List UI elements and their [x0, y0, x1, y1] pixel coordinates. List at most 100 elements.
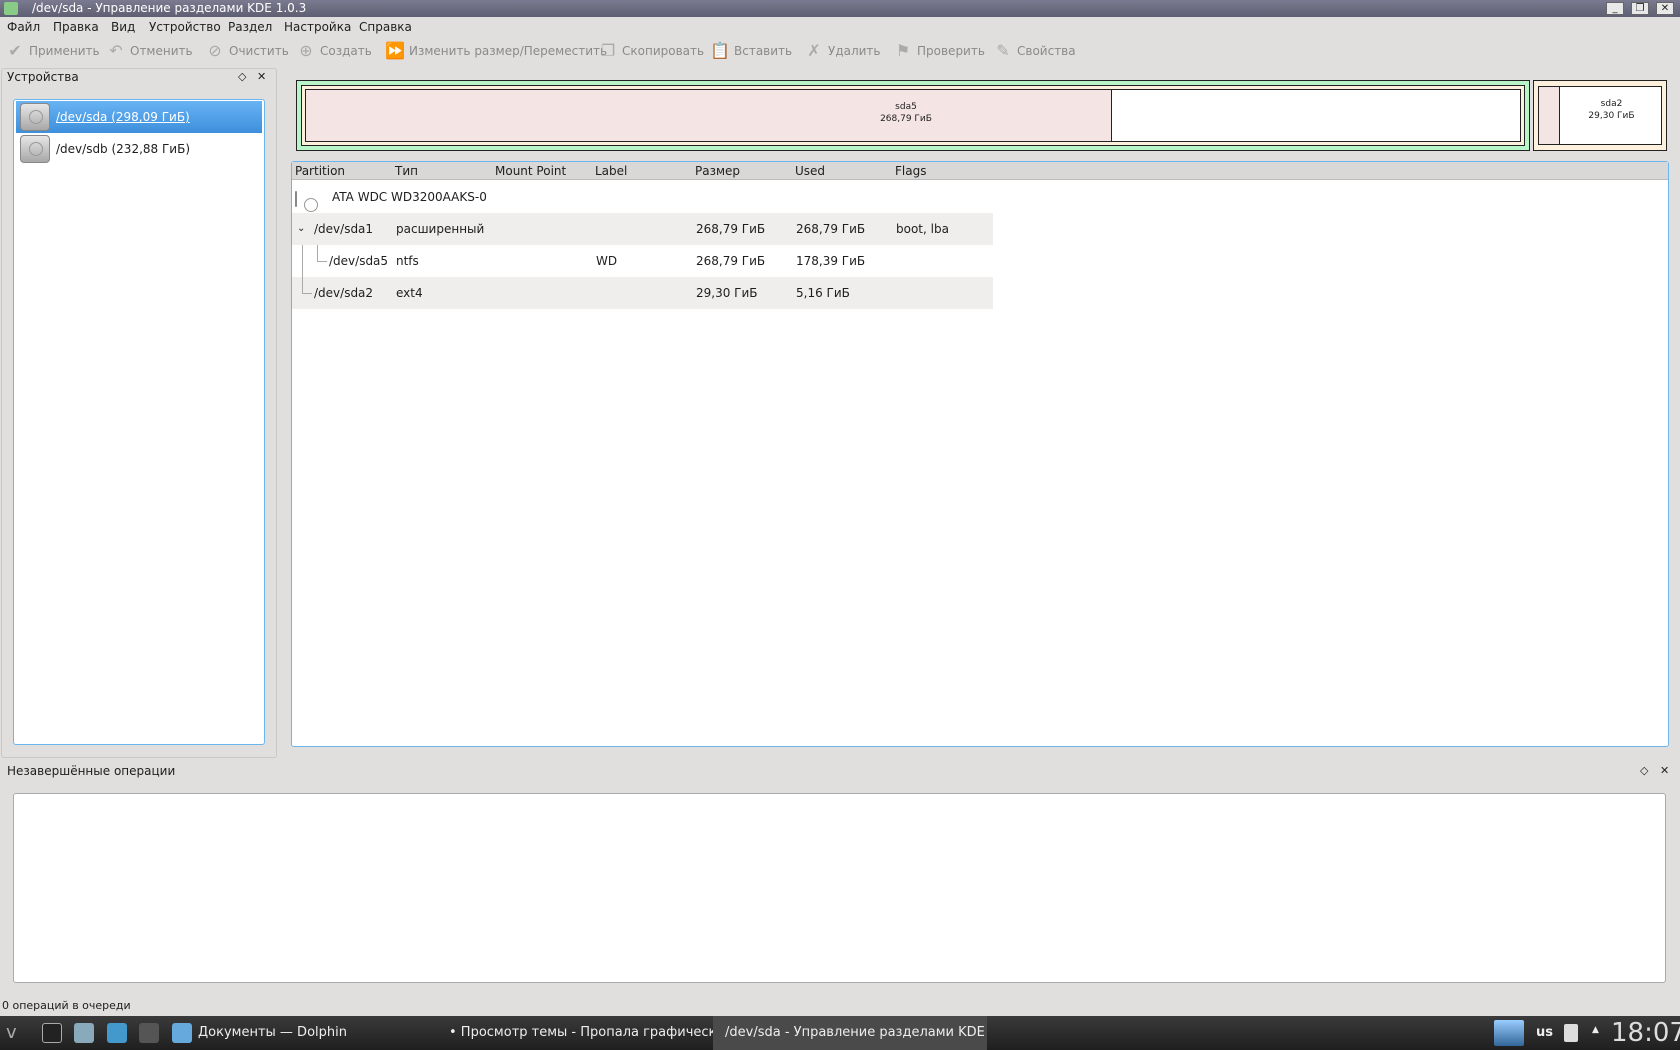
device-item-sdb[interactable]: /dev/sdb (232,88 ГиБ) [16, 133, 262, 165]
cell-used: 268,79 ГиБ [796, 222, 866, 236]
desktop-pager-icon[interactable] [1494, 1020, 1524, 1046]
disk-row[interactable]: ATA WDC WD3200AAKS-0 [292, 181, 993, 213]
resize-icon: ⏩ [385, 41, 405, 60]
keyboard-layout[interactable]: us [1536, 1025, 1553, 1040]
resize-button[interactable]: ⏩ Изменить размер/Переместить [385, 40, 607, 62]
status-text: 0 операций в очереди [2, 999, 131, 1012]
table-row[interactable]: ⌄ /dev/sda1 расширенный 268,79 ГиБ 268,7… [292, 213, 993, 245]
col-used[interactable]: Used [792, 162, 892, 180]
device-list: /dev/sda (298,09 ГиБ) /dev/sdb (232,88 Г… [13, 99, 265, 745]
undo-icon: ↶ [109, 41, 123, 60]
tray-expand-icon[interactable]: ▲ [1592, 1025, 1599, 1035]
cell-used: 5,16 ГиБ [796, 286, 850, 300]
partition-block-sda2[interactable]: sda2 29,30 ГиБ [1533, 80, 1667, 151]
cell-partition: /dev/sda1 [314, 222, 374, 236]
float-icon[interactable]: ◇ [1640, 764, 1648, 777]
device-label: /dev/sda (298,09 ГиБ) [56, 110, 190, 124]
close-panel-icon[interactable]: ✕ [257, 70, 266, 83]
check-flag-icon: ⚑ [895, 41, 911, 60]
extended-partition-block[interactable]: sda5 268,79 ГиБ [296, 80, 1530, 151]
menu-device[interactable]: Устройство [149, 18, 221, 36]
menu-view[interactable]: Вид [111, 18, 135, 36]
pending-title: Незавершённые операции [7, 764, 176, 778]
col-label[interactable]: Label [592, 162, 692, 180]
partition-name: sda5 [895, 102, 917, 112]
menu-settings[interactable]: Настройка [284, 18, 351, 36]
network-icon[interactable] [1564, 1024, 1578, 1042]
check-icon: ✔ [8, 41, 22, 60]
close-button[interactable]: ✕ [1656, 2, 1674, 15]
cell-partition: /dev/sda2 [314, 286, 374, 300]
folder-icon [172, 1023, 192, 1043]
steam-icon[interactable] [139, 1023, 159, 1043]
cell-type: расширенный [396, 222, 485, 236]
copy-button[interactable]: ❐ Скопировать [598, 40, 704, 62]
kde-menu-icon[interactable]: ⅴ [6, 1022, 17, 1043]
partition-name: sda2 [1600, 99, 1623, 109]
window-title: /dev/sda - Управление разделами KDE 1.0.… [32, 1, 307, 15]
apply-button[interactable]: ✔ Применить [5, 40, 99, 62]
clock[interactable]: 18:07 [1611, 1018, 1680, 1048]
terminal-icon[interactable] [42, 1023, 62, 1043]
clear-button[interactable]: ⊘ Очистить [205, 40, 289, 62]
resize-label: Изменить размер/Переместить [409, 44, 608, 58]
delete-button[interactable]: ✗ Удалить [804, 40, 881, 62]
table-row[interactable]: /dev/sda2 ext4 29,30 ГиБ 5,16 ГиБ [292, 277, 993, 309]
cell-size: 268,79 ГиБ [696, 222, 766, 236]
new-button[interactable]: ⊕ Создать [296, 40, 372, 62]
menu-partition[interactable]: Раздел [228, 18, 272, 36]
table-row[interactable]: /dev/sda5 ntfs WD 268,79 ГиБ 178,39 ГиБ [292, 245, 993, 277]
delete-icon: ✗ [807, 41, 821, 60]
cell-flags: boot, lba [896, 222, 949, 236]
cell-size: 29,30 ГиБ [696, 286, 758, 300]
menu-help[interactable]: Справка [359, 18, 412, 36]
task-partitionmanager[interactable]: /dev/sda - Управление разделами KDE 1 [713, 1016, 987, 1050]
image-viewer-icon[interactable] [74, 1023, 94, 1043]
device-item-sda[interactable]: /dev/sda (298,09 ГиБ) [16, 101, 262, 133]
partition-size: 29,30 ГиБ [1588, 111, 1635, 121]
col-partition[interactable]: Partition [292, 162, 392, 180]
maximize-button[interactable]: ❐ [1631, 2, 1649, 15]
properties-button[interactable]: ✎ Свойства [993, 40, 1076, 62]
partition-block-sda5[interactable]: sda5 268,79 ГиБ [305, 89, 1521, 142]
cell-type: ntfs [396, 254, 419, 268]
close-panel-icon[interactable]: ✕ [1660, 764, 1669, 777]
devices-title: Устройства [7, 70, 79, 84]
col-size[interactable]: Размер [692, 162, 792, 180]
document-icon[interactable] [107, 1023, 127, 1043]
col-mount-point[interactable]: Mount Point [492, 162, 592, 180]
collapse-arrow-icon[interactable]: ⌄ [297, 213, 305, 245]
menu-file[interactable]: Файл [7, 18, 40, 36]
hard-disk-icon [20, 103, 50, 131]
cell-used: 178,39 ГиБ [796, 254, 866, 268]
task-browser[interactable]: • Просмотр темы - Пропала графическая [437, 1016, 713, 1050]
col-type[interactable]: Тип [392, 162, 492, 180]
properties-icon: ✎ [996, 41, 1010, 60]
minimize-button[interactable]: _ [1606, 2, 1624, 15]
pending-operations-list [13, 793, 1666, 983]
used-space-bar [1539, 87, 1561, 144]
paste-label: Вставить [734, 44, 793, 58]
check-button[interactable]: ⚑ Проверить [893, 40, 985, 62]
delete-label: Удалить [828, 44, 881, 58]
taskbar: ⅴ Документы — Dolphin • Просмотр темы - … [0, 1016, 1680, 1050]
app-icon [4, 2, 18, 15]
task-label: Документы — Dolphin [198, 1025, 347, 1040]
properties-label: Свойства [1017, 44, 1076, 58]
paste-button[interactable]: 📋 Вставить [710, 40, 792, 62]
col-flags[interactable]: Flags [892, 162, 993, 180]
cell-type: ext4 [396, 286, 423, 300]
title-bar: /dev/sda - Управление разделами KDE 1.0.… [0, 0, 1680, 17]
float-icon[interactable]: ◇ [238, 70, 246, 83]
copy-icon: ❐ [600, 41, 616, 60]
new-icon: ⊕ [299, 41, 313, 60]
menu-bar: Файл Правка Вид Устройство Раздел Настро… [0, 18, 1680, 36]
copy-label: Скопировать [622, 44, 705, 58]
hard-disk-icon [295, 191, 297, 207]
task-label: /dev/sda - Управление разделами KDE 1 [725, 1025, 987, 1040]
menu-edit[interactable]: Правка [53, 18, 99, 36]
hard-disk-icon [20, 135, 50, 163]
task-dolphin[interactable]: Документы — Dolphin [166, 1016, 436, 1050]
paste-icon: 📋 [710, 41, 730, 60]
undo-button[interactable]: ↶ Отменить [106, 40, 192, 62]
